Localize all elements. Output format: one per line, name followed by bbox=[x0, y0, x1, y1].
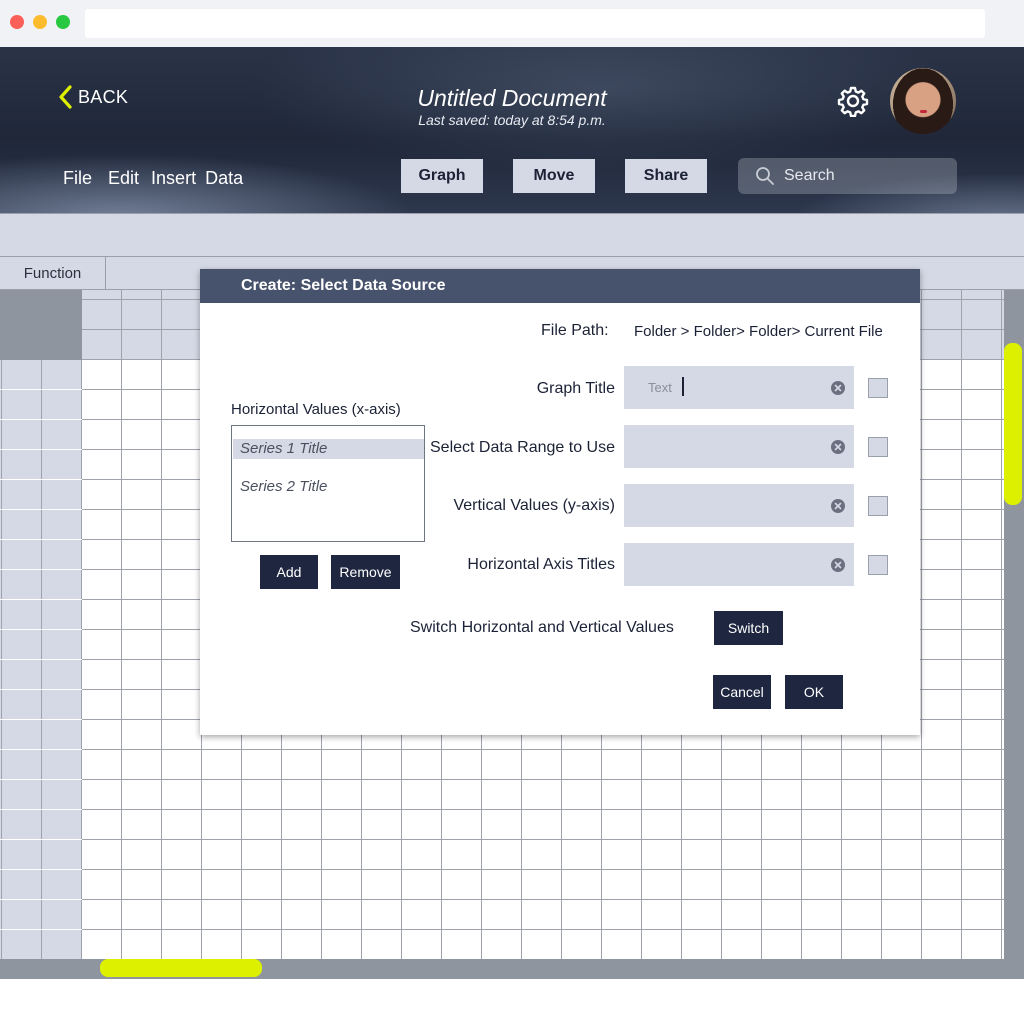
vertical-values-input[interactable] bbox=[624, 484, 854, 527]
series-item-1[interactable]: Series 1 Title bbox=[233, 439, 424, 459]
select-all-corner[interactable] bbox=[0, 290, 82, 360]
dialog-header: Create: Select Data Source bbox=[200, 269, 920, 303]
file-path-label: File Path: bbox=[541, 322, 609, 339]
horizontal-axis-titles-checkbox[interactable] bbox=[868, 555, 888, 575]
switch-prompt-label: Switch Horizontal and Vertical Values bbox=[410, 619, 674, 636]
series-listbox[interactable]: Series 1 Title Series 2 Title bbox=[231, 425, 425, 542]
menu-data[interactable]: Data bbox=[205, 168, 243, 189]
remove-series-button[interactable]: Remove bbox=[331, 555, 400, 589]
chevron-left-icon bbox=[59, 85, 72, 109]
ok-button[interactable]: OK bbox=[785, 675, 843, 709]
back-button[interactable]: BACK bbox=[58, 85, 128, 109]
close-window-button[interactable] bbox=[10, 15, 24, 29]
text-caret bbox=[682, 377, 684, 396]
select-data-source-dialog: Create: Select Data Source File Path: Fo… bbox=[200, 269, 920, 735]
row-header-lines bbox=[0, 360, 82, 959]
move-button[interactable]: Move bbox=[513, 159, 595, 193]
function-label[interactable]: Function bbox=[0, 257, 106, 290]
series-item-2[interactable]: Series 2 Title bbox=[233, 477, 424, 497]
clear-icon[interactable] bbox=[831, 558, 845, 572]
graph-title-label: Graph Title bbox=[536, 380, 615, 397]
clear-icon[interactable] bbox=[831, 440, 845, 454]
horizontal-values-label: Horizontal Values (x-axis) bbox=[231, 401, 401, 418]
data-range-input[interactable] bbox=[624, 425, 854, 468]
cancel-button[interactable]: Cancel bbox=[713, 675, 771, 709]
menu-edit[interactable]: Edit bbox=[108, 168, 139, 189]
search-input[interactable]: Search bbox=[738, 158, 957, 194]
share-button[interactable]: Share bbox=[625, 159, 707, 193]
search-placeholder: Search bbox=[784, 167, 835, 184]
horizontal-axis-titles-label: Horizontal Axis Titles bbox=[467, 556, 615, 573]
data-range-label: Select Data Range to Use bbox=[430, 439, 615, 456]
menu-insert[interactable]: Insert bbox=[151, 168, 196, 189]
data-range-checkbox[interactable] bbox=[868, 437, 888, 457]
switch-button[interactable]: Switch bbox=[714, 611, 783, 645]
file-path-breadcrumb[interactable]: Folder > Folder> Folder> Current File bbox=[634, 323, 883, 340]
graph-title-checkbox[interactable] bbox=[868, 378, 888, 398]
vertical-values-checkbox[interactable] bbox=[868, 496, 888, 516]
graph-button[interactable]: Graph bbox=[401, 159, 483, 193]
search-icon bbox=[756, 167, 774, 185]
toolbar-band bbox=[0, 213, 1024, 257]
document-title[interactable]: Untitled Document bbox=[312, 85, 712, 112]
graph-title-placeholder: Text bbox=[648, 380, 672, 395]
back-label: BACK bbox=[78, 86, 129, 107]
horizontal-scrollbar-thumb[interactable] bbox=[100, 959, 262, 977]
graph-title-input[interactable]: Text bbox=[624, 366, 854, 409]
clear-icon[interactable] bbox=[831, 381, 845, 395]
vertical-values-label: Vertical Values (y-axis) bbox=[453, 497, 615, 514]
horizontal-axis-titles-input[interactable] bbox=[624, 543, 854, 586]
dialog-title: Create: Select Data Source bbox=[241, 277, 446, 294]
minimize-window-button[interactable] bbox=[33, 15, 47, 29]
maximize-window-button[interactable] bbox=[56, 15, 70, 29]
browser-chrome bbox=[0, 0, 1024, 47]
last-saved-status: Last saved: today at 8:54 p.m. bbox=[418, 112, 606, 128]
address-bar[interactable] bbox=[85, 9, 985, 38]
vertical-scrollbar-thumb[interactable] bbox=[1004, 343, 1022, 505]
user-avatar[interactable] bbox=[890, 68, 956, 134]
gear-icon[interactable] bbox=[837, 85, 869, 117]
menu-bar: File Edit Insert Data bbox=[63, 168, 243, 189]
menu-file[interactable]: File bbox=[63, 168, 92, 189]
app-header: BACK Untitled Document Last saved: today… bbox=[0, 47, 1024, 213]
clear-icon[interactable] bbox=[831, 499, 845, 513]
add-series-button[interactable]: Add bbox=[260, 555, 318, 589]
